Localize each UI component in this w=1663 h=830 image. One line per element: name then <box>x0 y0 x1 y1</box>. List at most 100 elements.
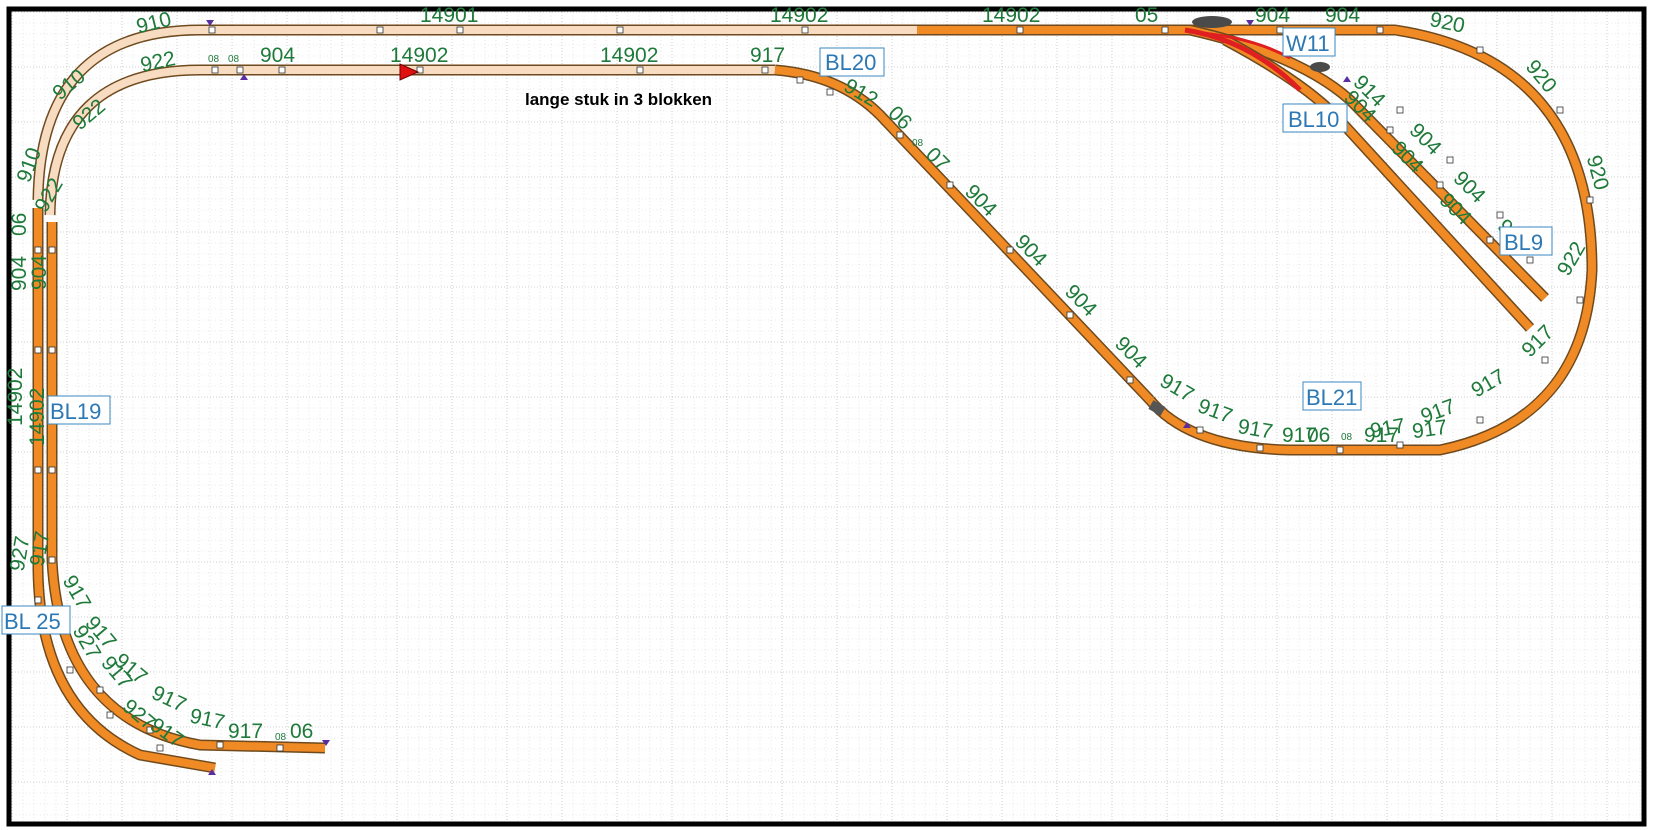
track-joint <box>1066 311 1074 319</box>
block-BL19[interactable]: BL19 <box>47 395 111 425</box>
track-joint <box>156 744 164 752</box>
track-joint <box>1396 106 1404 114</box>
track-joint <box>796 76 804 84</box>
track-joint <box>278 66 286 74</box>
part-label: 917 <box>750 44 785 67</box>
track-joint <box>236 66 244 74</box>
part-label: 14902 <box>770 4 828 27</box>
marker-icon <box>1343 76 1351 82</box>
block-BL20[interactable]: BL20 <box>819 47 885 77</box>
part-label: 917 <box>1236 415 1275 444</box>
part-label: 917 <box>148 681 189 717</box>
track-joint <box>1436 181 1444 189</box>
part-label: 08 <box>912 138 924 149</box>
track-layout-canvas[interactable]: 910 14901 14902 14902 05 904 904 920 922… <box>0 0 1663 830</box>
track-joint <box>1476 46 1484 54</box>
track-joint <box>1276 26 1284 34</box>
part-label: 06 <box>1307 424 1330 447</box>
part-label: 904 <box>28 255 51 290</box>
track-joint <box>1576 296 1584 304</box>
block-label[interactable]: BL21 <box>1306 385 1357 410</box>
track-diagonal[interactable] <box>774 66 1153 403</box>
part-label: 08 <box>275 732 287 743</box>
part-label: 922 <box>1553 238 1590 280</box>
block-label[interactable]: W11 <box>1286 31 1330 56</box>
part-label: 14902 <box>26 388 49 446</box>
track-joint <box>946 181 954 189</box>
part-label: 904 <box>260 44 295 67</box>
block-labels[interactable]: BL20 BL10 W11 BL9 BL21 BL19 BL 25 <box>1 27 1553 635</box>
part-label: 904 <box>1325 4 1360 27</box>
part-label: 08 <box>228 54 240 65</box>
track-joint <box>1446 156 1454 164</box>
block-W11[interactable]: W11 <box>1282 27 1336 57</box>
track-joint <box>48 466 56 474</box>
block-label[interactable]: BL10 <box>1288 107 1339 132</box>
track-joint <box>456 26 464 34</box>
track-joint <box>1336 446 1344 454</box>
part-label: 14902 <box>4 368 27 426</box>
track-joint <box>376 26 384 34</box>
part-label: 917 <box>1364 424 1399 447</box>
track-joint <box>276 744 284 752</box>
track-joint <box>1256 444 1264 452</box>
track-joint <box>66 666 74 674</box>
track-joint <box>1161 26 1169 34</box>
track-joint <box>1386 126 1394 134</box>
part-label: 14901 <box>420 4 478 27</box>
part-label: 904 <box>960 180 1001 221</box>
track-joint <box>34 596 42 604</box>
track-joint <box>636 66 644 74</box>
block-BL9[interactable]: BL9 <box>1499 226 1553 256</box>
track-joint <box>1376 26 1384 34</box>
part-label: 14902 <box>982 4 1040 27</box>
part-label: 06 <box>8 213 31 236</box>
part-label: 917 <box>228 720 263 743</box>
track-joint <box>1476 416 1484 424</box>
track-joint <box>1016 26 1024 34</box>
track-joint <box>1126 376 1134 384</box>
part-label: 14902 <box>390 44 448 67</box>
track-joint <box>34 246 42 254</box>
part-label: 917 <box>1195 394 1236 428</box>
track-joint <box>34 466 42 474</box>
track-joint <box>48 346 56 354</box>
track-joint <box>1196 426 1204 434</box>
track-joint <box>1496 211 1504 219</box>
layout-note: lange stuk in 3 blokken <box>525 90 712 109</box>
track-joint <box>96 686 104 694</box>
part-label: 917 <box>1156 369 1198 406</box>
block-label[interactable]: BL 25 <box>4 609 61 634</box>
part-label: 904 <box>1255 4 1290 27</box>
track-joint <box>801 26 809 34</box>
track-joint <box>208 26 216 34</box>
block-BL10[interactable]: BL10 <box>1282 103 1348 133</box>
track-joint <box>48 246 56 254</box>
block-BL25[interactable]: BL 25 <box>1 605 71 635</box>
part-label: 14902 <box>600 44 658 67</box>
block-label[interactable]: BL9 <box>1504 230 1543 255</box>
block-label[interactable]: BL20 <box>825 50 876 75</box>
track-joint <box>106 711 114 719</box>
block-label[interactable]: BL19 <box>50 399 101 424</box>
block-BL21[interactable]: BL21 <box>1302 381 1362 411</box>
switch-motor-icon <box>1310 62 1330 72</box>
track-joint <box>1541 356 1549 364</box>
track-joint <box>1586 196 1594 204</box>
track-joint <box>216 741 224 749</box>
track-joint <box>761 66 769 74</box>
track-joint <box>616 26 624 34</box>
part-label: 08 <box>208 54 220 65</box>
part-label: 06 <box>290 720 313 743</box>
loco-icon[interactable] <box>1192 16 1232 28</box>
part-label: 08 <box>1341 432 1353 443</box>
track-joint <box>1486 236 1494 244</box>
part-labels: 910 14901 14902 14902 05 904 904 920 922… <box>4 4 1613 752</box>
track-joint <box>211 66 219 74</box>
track-joint <box>1556 106 1564 114</box>
track-joint <box>1526 256 1534 264</box>
track-siding-upper[interactable] <box>1189 26 1548 301</box>
part-label: 917 <box>1411 416 1449 444</box>
track-joint <box>34 346 42 354</box>
part-label: 05 <box>1135 4 1158 27</box>
